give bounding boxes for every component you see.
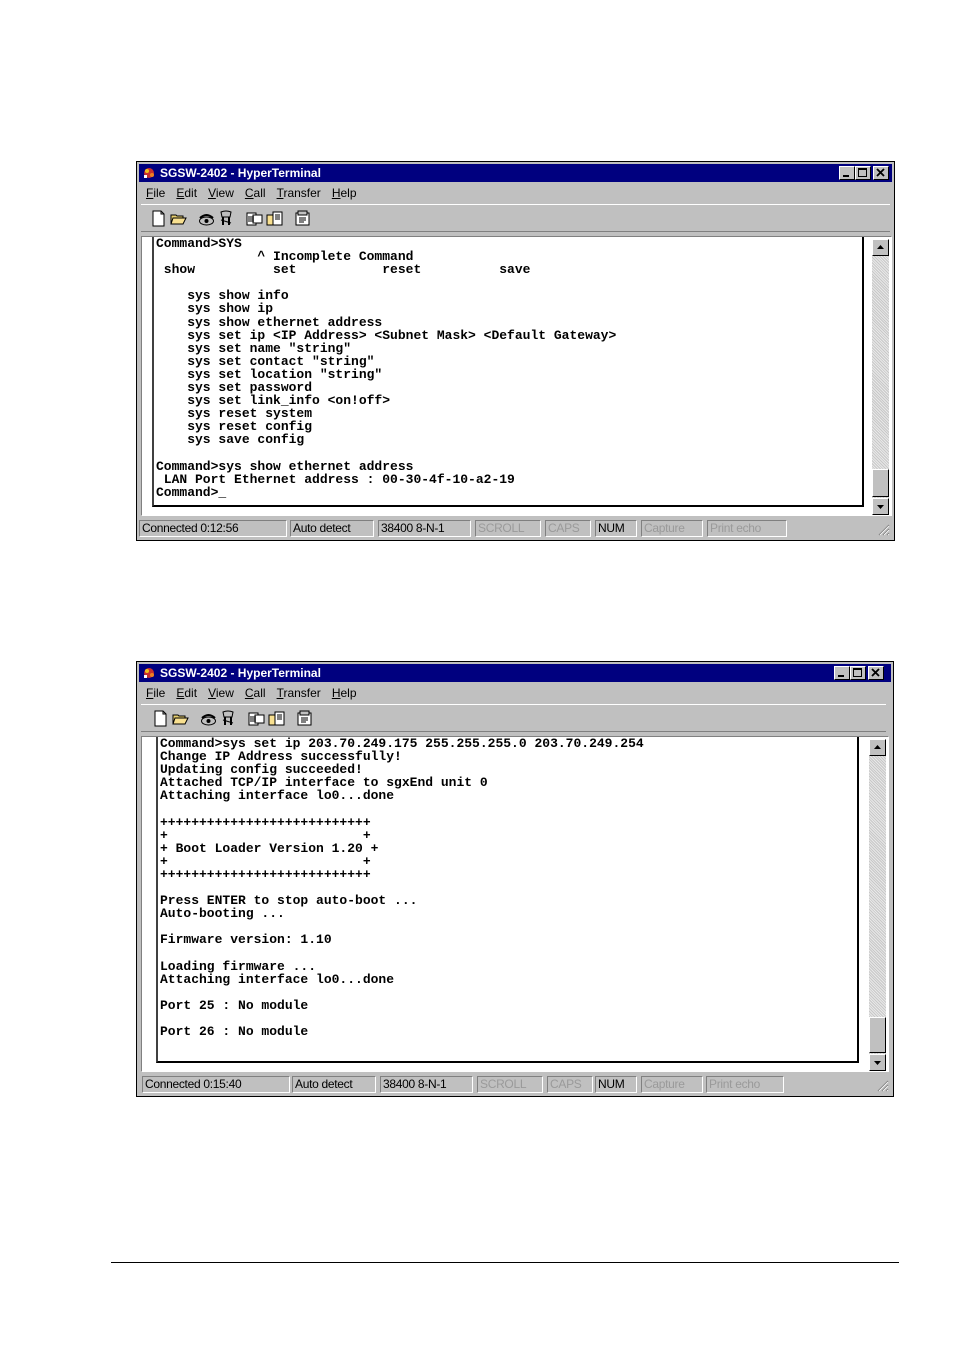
maximize-icon [853,668,862,677]
open-icon[interactable] [169,209,188,228]
menu-bar: File Edit View Call Transfer Help [141,684,363,702]
send-icon[interactable] [245,209,264,228]
menu-edit[interactable]: Edit [171,684,203,702]
toolbar [141,704,886,732]
menu-help[interactable]: Help [327,184,363,202]
title-bar[interactable]: SGSW-2402 - HyperTerminal [139,164,892,182]
new-icon[interactable] [151,709,170,728]
vertical-scrollbar[interactable] [872,239,889,515]
close-icon [876,168,885,177]
status-caps: CAPS [545,520,591,537]
status-connected: Connected 0:15:40 [142,1076,290,1093]
minimize-icon [838,675,844,677]
minimize-icon [843,175,849,177]
terminal-output: Command>SYS ^ Incomplete Command show se… [156,237,617,500]
status-capture: Capture [641,520,703,537]
status-capture: Capture [641,1076,703,1093]
menu-bar: File Edit View Call Transfer Help [141,184,363,202]
receive-icon[interactable] [267,709,286,728]
connect-icon[interactable] [199,709,218,728]
status-print-echo: Print echo [706,1076,784,1093]
arrow-down-icon [874,1061,881,1065]
menu-call[interactable]: Call [240,184,272,202]
menu-file[interactable]: File [141,684,171,702]
menu-call[interactable]: Call [240,684,272,702]
page-footer-rule [111,1262,899,1263]
receive-icon[interactable] [265,209,284,228]
status-detect: Auto detect [290,520,374,537]
toolbar [141,204,890,232]
arrow-up-icon [874,745,881,749]
menu-help[interactable]: Help [327,684,363,702]
hyperterminal-icon [144,168,154,178]
terminal-output: Command>sys set ip 203.70.249.175 255.25… [160,737,644,1063]
minimize-button[interactable] [834,666,850,680]
terminal-frame: Command>sys set ip 203.70.249.175 255.25… [141,736,889,1072]
disconnect-icon[interactable] [217,209,236,228]
status-num: NUM [595,520,637,537]
close-icon [871,668,880,677]
status-scroll: SCROLL [477,1076,543,1093]
scroll-up-button[interactable] [869,739,886,756]
hyperterminal-window-1: SGSW-2402 - HyperTerminal File Edit View… [136,161,895,541]
status-port-settings: 38400 8-N-1 [378,520,471,537]
menu-file[interactable]: File [141,184,171,202]
vertical-scrollbar[interactable] [869,739,886,1071]
connect-icon[interactable] [197,209,216,228]
title-bar[interactable]: SGSW-2402 - HyperTerminal [139,664,891,682]
status-detect: Auto detect [292,1076,376,1093]
status-caps: CAPS [547,1076,593,1093]
menu-edit[interactable]: Edit [171,184,203,202]
status-scroll: SCROLL [475,520,541,537]
status-port-settings: 38400 8-N-1 [380,1076,473,1093]
resize-grip-icon[interactable] [877,523,890,536]
resize-grip-icon[interactable] [876,1079,889,1092]
maximize-button[interactable] [855,166,871,180]
terminal-screen[interactable]: Command>sys set ip 203.70.249.175 255.25… [156,737,859,1063]
maximize-icon [858,168,867,177]
new-icon[interactable] [149,209,168,228]
terminal-screen[interactable]: Command>SYS ^ Incomplete Command show se… [152,237,864,507]
menu-transfer[interactable]: Transfer [272,684,327,702]
scroll-down-button[interactable] [869,1054,886,1071]
status-bar: Connected 0:12:56 Auto detect 38400 8-N-… [139,518,892,538]
properties-icon[interactable] [295,709,314,728]
hyperterminal-icon [144,668,154,678]
scroll-up-button[interactable] [872,239,889,256]
scroll-down-button[interactable] [872,498,889,515]
minimize-button[interactable] [839,166,855,180]
arrow-up-icon [877,245,884,249]
hyperterminal-window-2: SGSW-2402 - HyperTerminal File Edit View… [136,661,894,1097]
menu-transfer[interactable]: Transfer [272,184,327,202]
status-connected: Connected 0:12:56 [139,520,287,537]
scroll-thumb[interactable] [872,469,889,497]
window-title: SGSW-2402 - HyperTerminal [160,166,321,180]
status-print-echo: Print echo [707,520,787,537]
disconnect-icon[interactable] [219,709,238,728]
status-num: NUM [595,1076,637,1093]
maximize-button[interactable] [850,666,866,680]
arrow-down-icon [877,505,884,509]
close-button[interactable] [868,666,884,680]
status-bar: Connected 0:15:40 Auto detect 38400 8-N-… [139,1074,891,1094]
close-button[interactable] [873,166,889,180]
terminal-frame: Command>SYS ^ Incomplete Command show se… [141,236,892,516]
menu-view[interactable]: View [203,684,240,702]
scroll-thumb[interactable] [869,1017,886,1053]
window-title: SGSW-2402 - HyperTerminal [160,666,321,680]
menu-view[interactable]: View [203,184,240,202]
properties-icon[interactable] [293,209,312,228]
send-icon[interactable] [247,709,266,728]
open-icon[interactable] [171,709,190,728]
